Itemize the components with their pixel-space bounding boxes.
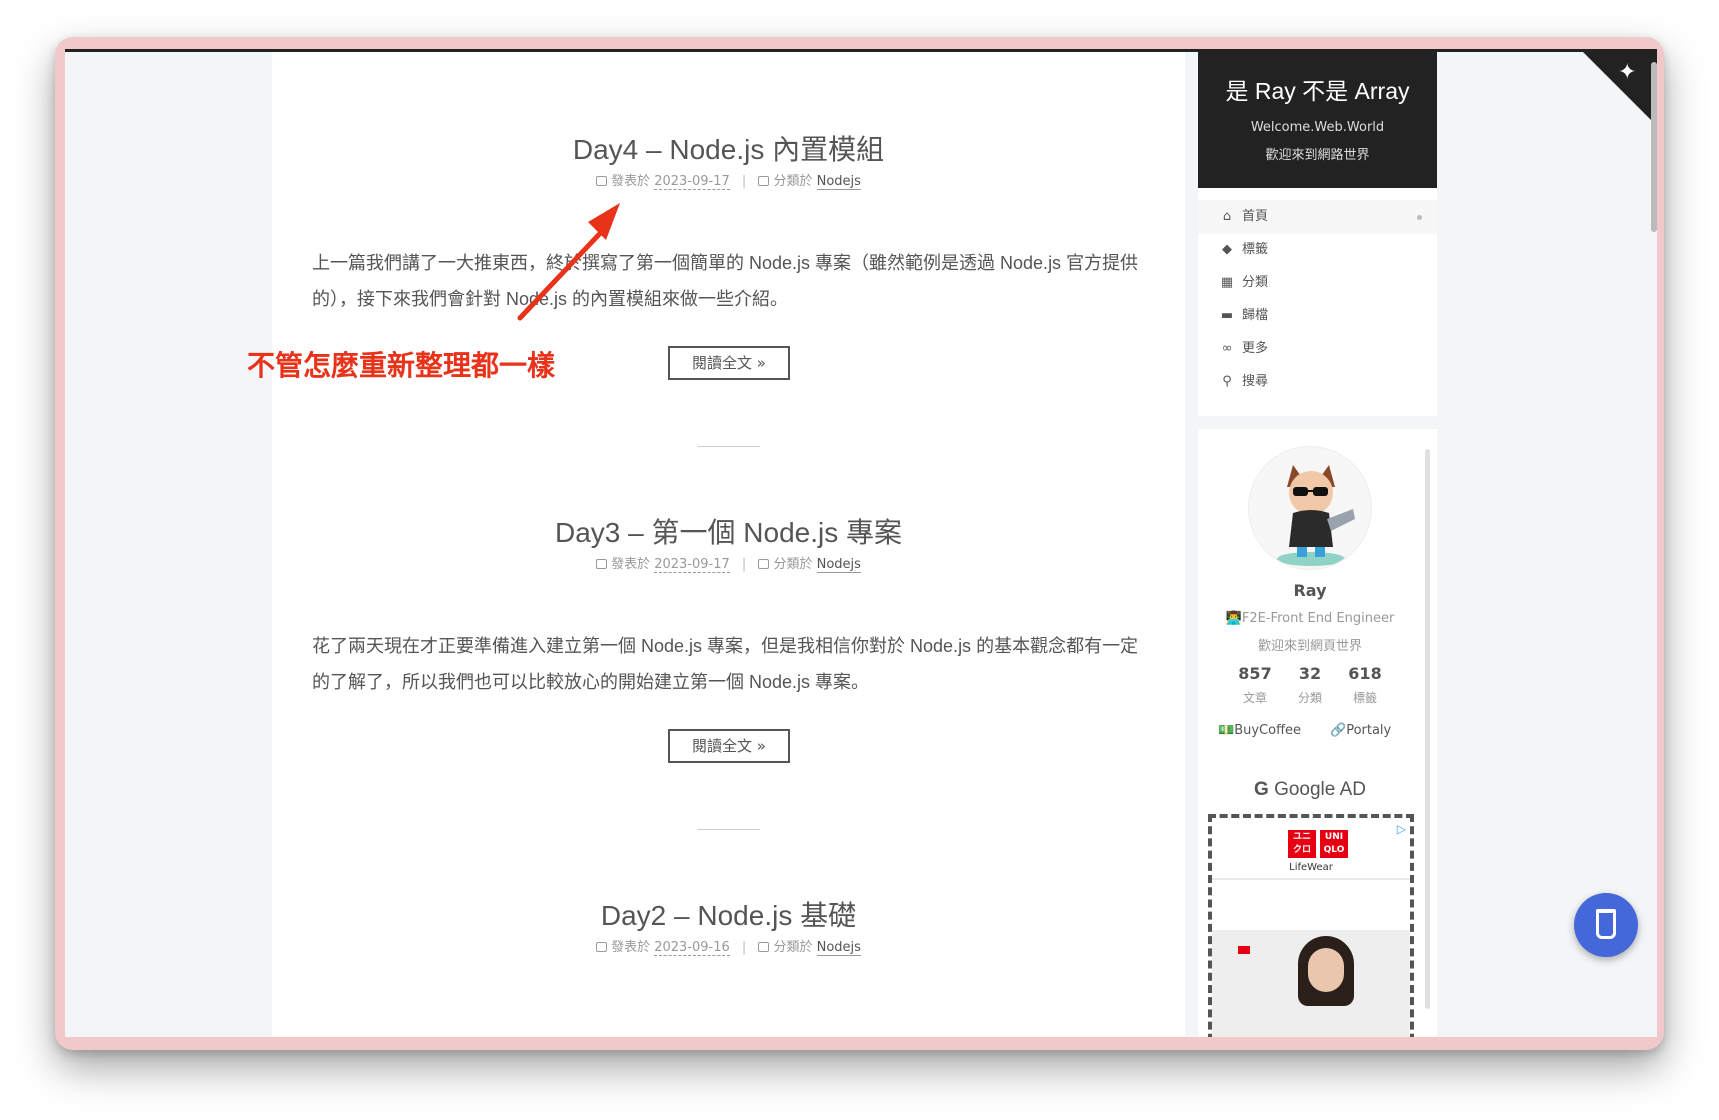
annotation-text: 不管怎麼重新整理都一樣 [247,349,556,382]
annotation-arrow [517,203,620,321]
